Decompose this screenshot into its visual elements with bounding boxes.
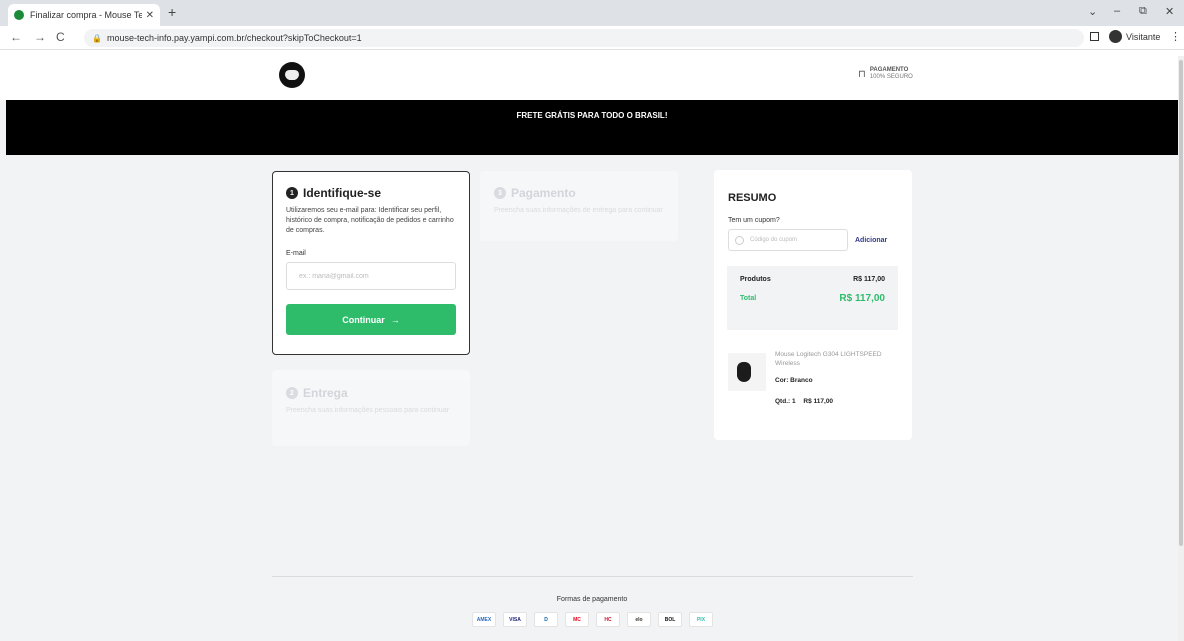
close-window-button[interactable]: ✕: [1165, 5, 1174, 18]
total-label: Total: [740, 295, 757, 302]
secure-line2: 100% SEGURO: [869, 74, 913, 80]
tab-title: Finalizar compra - Mouse Tech I: [30, 10, 142, 20]
product-color: Cor: Branco: [775, 377, 813, 384]
step-description: Utilizaremos seu e-mail para: Identifica…: [286, 207, 454, 234]
amex-icon: AMEX: [472, 612, 496, 627]
url-text: mouse-tech-info.pay.yampi.com.br/checkou…: [106, 33, 362, 43]
reload-button[interactable]: C: [56, 30, 65, 44]
browser-tab[interactable]: Finalizar compra - Mouse Tech I ✕: [8, 4, 160, 26]
coupon-field[interactable]: Código do cupom: [728, 229, 848, 251]
avatar-icon: [1109, 30, 1122, 43]
minimize-button[interactable]: –: [1114, 5, 1120, 17]
profile-button[interactable]: Visitante: [1090, 30, 1160, 43]
identify-step-card: 1 Identifique-se Utilizaremos seu e-mail…: [272, 171, 470, 355]
elo-icon: elo: [627, 612, 651, 627]
footer-divider: [272, 576, 913, 577]
product-name: Mouse Logitech G304 LIGHTSPEED Wireless: [775, 351, 882, 367]
arrow-right-icon: →: [390, 314, 400, 325]
step-title: Identifique-se: [303, 186, 382, 200]
tab-close-icon[interactable]: ✕: [146, 10, 154, 21]
order-summary-card: RESUMO Tem um cupom? Código do cupom Adi…: [714, 170, 912, 440]
continue-button[interactable]: Continuar →: [286, 304, 456, 335]
banner-text: FRETE GRÁTIS PARA TODO O BRASIL!: [516, 111, 668, 120]
coupon-placeholder: Código do cupom: [750, 237, 798, 243]
pix-icon: PIX: [689, 612, 713, 627]
browser-tabbar: Finalizar compra - Mouse Tech I ✕ + ⌄ – …: [0, 0, 1184, 26]
step-number: 3: [494, 187, 506, 199]
email-label: E-mail: [286, 250, 306, 257]
products-label: Produtos: [740, 276, 771, 283]
hipercard-icon: HC: [596, 612, 620, 627]
continue-label: Continuar: [342, 314, 385, 325]
totals-box: Produtos R$ 117,00 Total R$ 117,00: [727, 266, 898, 330]
coupon-question: Tem um cupom?: [728, 217, 780, 224]
product-price: R$ 117,00: [803, 398, 834, 405]
step-description: Preencha suas informações de entrega par…: [494, 207, 663, 214]
profile-label: Visitante: [1126, 31, 1161, 42]
product-qty: Qtd.: 1: [775, 398, 796, 405]
step-description: Preencha suas informações pessoais para …: [286, 407, 450, 414]
scrollbar-thumb[interactable]: [1179, 60, 1183, 546]
site-header: ⊓ PAGAMENTO 100% SEGURO: [0, 50, 1184, 100]
step-number: 1: [286, 187, 298, 199]
sidepanel-icon[interactable]: [1090, 32, 1099, 41]
store-logo[interactable]: [279, 62, 305, 88]
padlock-icon: ⊓: [858, 68, 866, 80]
tab-search-icon[interactable]: ⌄: [1088, 5, 1097, 18]
shipping-banner: FRETE GRÁTIS PARA TODO O BRASIL!: [6, 100, 1178, 155]
email-field[interactable]: [286, 262, 456, 290]
cart-product: Mouse Logitech G304 LIGHTSPEED Wireless …: [728, 350, 898, 406]
restore-button[interactable]: ⧉: [1139, 5, 1147, 18]
step-title: Entrega: [303, 386, 348, 400]
mouse-product-icon: [737, 362, 751, 382]
secure-payment-badge: ⊓ PAGAMENTO 100% SEGURO: [858, 67, 913, 81]
browser-menu-icon[interactable]: ⋮: [1170, 30, 1181, 43]
step-number: 2: [286, 387, 298, 399]
mastercard-icon: MC: [565, 612, 589, 627]
secure-line1: PAGAMENTO: [869, 67, 909, 73]
bull-logo-icon: [285, 70, 299, 80]
add-coupon-button[interactable]: Adicionar: [855, 237, 887, 244]
boleto-icon: BOL: [658, 612, 682, 627]
product-image: [728, 353, 766, 391]
payment-methods: AMEX VISA D MC HC elo BOL PIX: [472, 612, 720, 627]
lock-icon: 🔒: [92, 33, 102, 43]
url-field[interactable]: 🔒 mouse-tech-info.pay.yampi.com.br/check…: [84, 29, 1084, 47]
address-bar: ← → C 🔒 mouse-tech-info.pay.yampi.com.br…: [0, 26, 1184, 50]
diners-icon: D: [534, 612, 558, 627]
visa-icon: VISA: [503, 612, 527, 627]
payment-step-card: 3 Pagamento Preencha suas informações de…: [480, 171, 678, 241]
forward-button[interactable]: →: [34, 30, 46, 44]
step-title: Pagamento: [511, 186, 576, 200]
new-tab-button[interactable]: +: [168, 4, 176, 20]
delivery-step-card: 2 Entrega Preencha suas informações pess…: [272, 370, 470, 446]
payment-methods-title: Formas de pagamento: [556, 596, 628, 603]
back-button[interactable]: ←: [10, 30, 22, 44]
total-value: R$ 117,00: [839, 293, 885, 304]
site-favicon-icon: [14, 10, 24, 20]
tag-icon: [735, 235, 744, 245]
products-value: R$ 117,00: [853, 276, 885, 283]
summary-title: RESUMO: [728, 192, 777, 204]
